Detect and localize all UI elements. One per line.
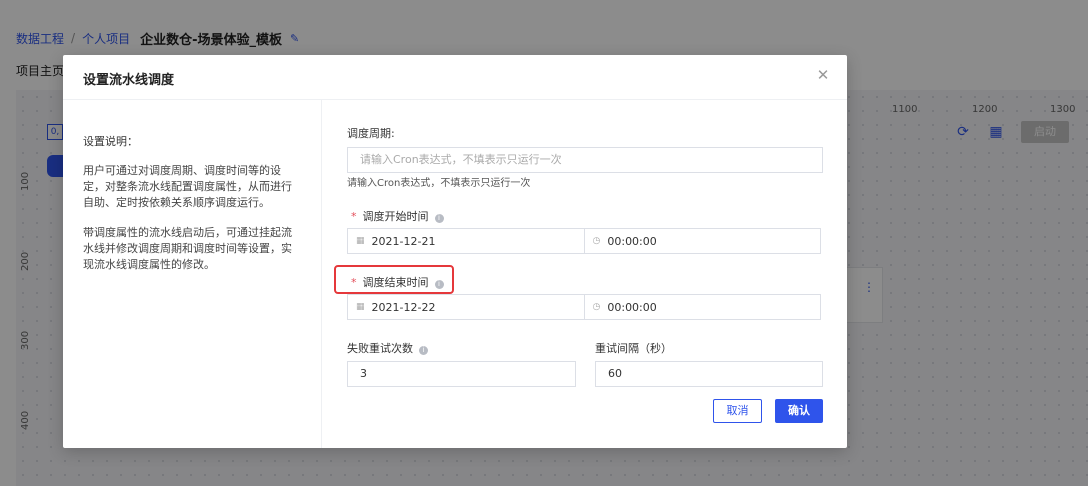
schedule-dialog: 设置流水线调度 ✕ 设置说明： 用户可通过对调度周期、调度时间等的设定，对整条流… bbox=[63, 55, 847, 448]
start-time-input[interactable]: ◷ 00:00:00 bbox=[583, 229, 821, 253]
retry-interval-input[interactable]: 60 bbox=[595, 361, 823, 387]
retry-count-label-text: 失败重试次数 bbox=[347, 342, 413, 355]
description-paragraph: 用户可通过对调度周期、调度时间等的设定，对整条流水线配置调度属性，从而进行自助、… bbox=[83, 164, 292, 209]
dialog-header: 设置流水线调度 ✕ bbox=[63, 55, 847, 100]
retry-count-input[interactable]: 3 bbox=[347, 361, 576, 387]
end-time-label-text: 调度结束时间 bbox=[362, 276, 429, 289]
start-time-value: 00:00:00 bbox=[607, 234, 657, 248]
required-mark: * bbox=[351, 210, 357, 223]
end-date-value: 2021-12-22 bbox=[371, 300, 436, 314]
end-time-value: 00:00:00 bbox=[607, 300, 657, 314]
clock-icon: ◷ bbox=[592, 236, 601, 246]
info-icon[interactable]: i bbox=[419, 346, 428, 355]
description-paragraph: 带调度属性的流水线启动后，可通过挂起流水线并修改调度周期和调度时间等设置，实现流… bbox=[83, 226, 292, 271]
close-icon[interactable]: ✕ bbox=[815, 67, 831, 83]
retry-count-label: 失败重试次数 i bbox=[347, 340, 428, 356]
info-icon[interactable]: i bbox=[434, 280, 444, 289]
end-time-label: * 调度结束时间 i bbox=[351, 274, 444, 290]
end-date-input[interactable]: ▦ 2021-12-22 bbox=[348, 295, 584, 319]
clock-icon: ◷ bbox=[592, 302, 601, 312]
dialog-title: 设置流水线调度 bbox=[83, 73, 175, 88]
cron-hint: 请输入Cron表达式，不填表示只运行一次 bbox=[347, 178, 531, 189]
start-time-label: * 调度开始时间 i bbox=[351, 208, 444, 224]
description-title: 设置说明： bbox=[83, 135, 138, 148]
end-datetime-picker: ▦ 2021-12-22 ◷ 00:00:00 bbox=[347, 294, 821, 320]
info-icon[interactable]: i bbox=[434, 214, 444, 223]
cancel-button[interactable]: 取消 bbox=[713, 399, 762, 423]
start-datetime-picker: ▦ 2021-12-21 ◷ 00:00:00 bbox=[347, 228, 821, 254]
start-date-input[interactable]: ▦ 2021-12-21 bbox=[348, 229, 584, 253]
cron-input[interactable]: 请输入Cron表达式，不填表示只运行一次 bbox=[347, 147, 823, 173]
start-time-label-text: 调度开始时间 bbox=[362, 210, 429, 223]
cycle-label: 调度周期: bbox=[347, 127, 395, 140]
calendar-icon: ▦ bbox=[356, 302, 365, 312]
description-pane: 设置说明： 用户可通过对调度周期、调度时间等的设定，对整条流水线配置调度属性，从… bbox=[63, 100, 322, 448]
end-time-input[interactable]: ◷ 00:00:00 bbox=[583, 295, 821, 319]
required-mark: * bbox=[351, 276, 357, 289]
start-date-value: 2021-12-21 bbox=[371, 234, 436, 248]
calendar-icon: ▦ bbox=[356, 236, 365, 246]
retry-interval-label: 重试间隔（秒） bbox=[595, 342, 672, 355]
confirm-button[interactable]: 确认 bbox=[775, 399, 823, 423]
